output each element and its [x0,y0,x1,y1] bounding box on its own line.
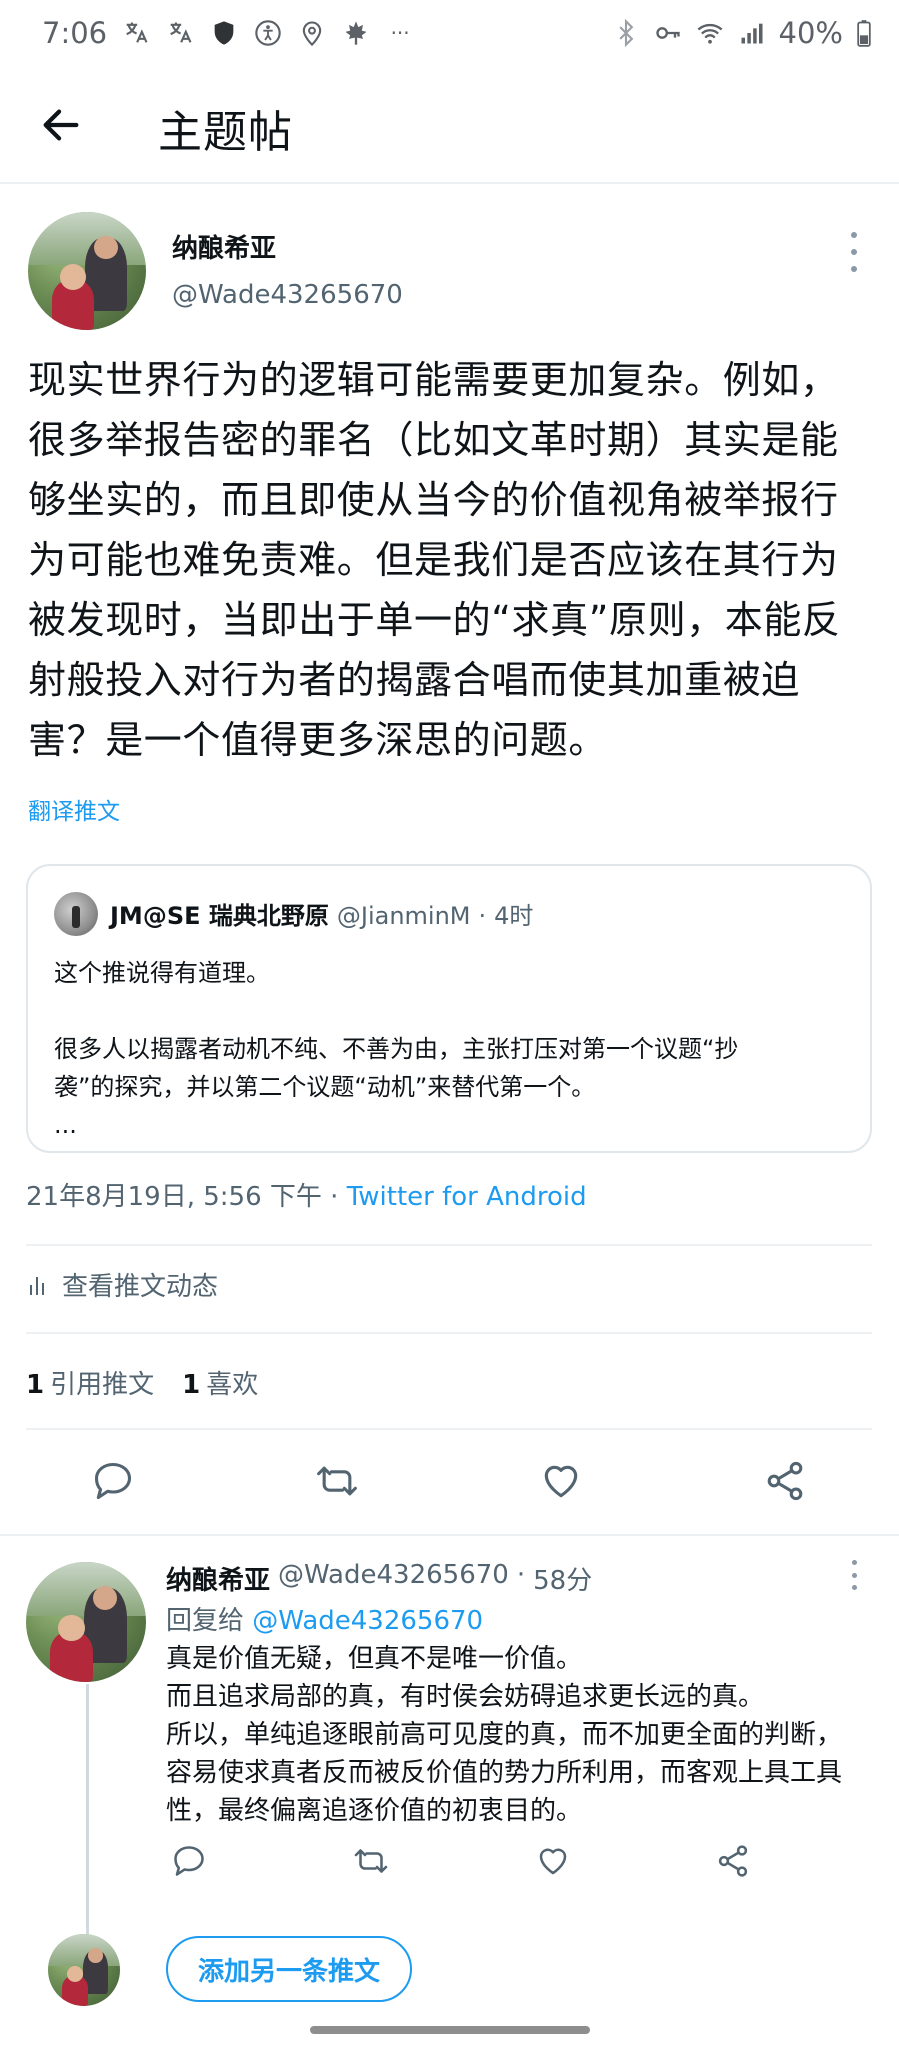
tweet-actions [0,1456,899,1516]
quoted-text-line: 很多人以揭露者动机不纯、不善为由，主张打压对第一个议题“抄 [54,1035,739,1063]
heart-icon [544,1465,578,1498]
divider [0,1534,899,1536]
thread-connector-line [86,1684,89,1934]
page-title: 主题帖 [158,107,293,158]
accessibility-icon [253,17,283,49]
activity-label: 查看推文动态 [62,1272,219,1302]
more-vertical-icon [851,232,857,238]
reply-text-line: 容易使求真者反而被反价值的势力所利用，而客观上具工具 [166,1758,843,1788]
signal-icon [737,17,767,49]
status-left: 7:06 ··· [42,16,415,50]
reply-button[interactable] [164,1836,214,1886]
add-another-tweet-button[interactable]: 添加另一条推文 [166,1936,412,2002]
separator-dot: · [516,1560,526,1590]
quoted-time: 4时 [494,902,534,930]
view-tweet-activity[interactable]: 查看推文动态 [28,1266,218,1303]
back-button[interactable] [38,102,84,148]
reply-time: 58分 [533,1566,593,1596]
divider [26,1332,872,1334]
reply-text: 真是价值无疑，但真不是唯一价值。 而且追求局部的真，有时侯会妨碍追求更长远的真。… [166,1640,866,1830]
divider [26,1244,872,1246]
heart-icon [539,1848,567,1875]
likes-stat[interactable]: 1 喜欢 [182,1364,258,1401]
shield-icon [209,17,239,49]
author-handle[interactable]: @Wade43265670 [172,280,403,310]
divider [26,1428,872,1430]
retweet-button[interactable] [346,1836,396,1886]
separator-dot: · [478,902,487,930]
comment-icon [94,1462,132,1500]
share-button[interactable] [708,1836,758,1886]
tweet-more-button[interactable] [844,232,864,272]
more-dots-icon: ··· [390,21,410,45]
like-button[interactable] [528,1836,578,1886]
stat-label: 引用推文 [50,1370,155,1400]
tweet-stats: 1 引用推文 1 喜欢 [26,1364,258,1401]
retweet-button[interactable] [312,1456,362,1506]
my-avatar [48,1934,120,2006]
quoted-author-name: JM@SE 瑞典北野原 [110,902,329,930]
author-avatar[interactable] [28,212,146,330]
thread-screen: 7:06 ··· 40% 主题帖 纳酿希亚 @Wade43265670 现实世界… [0,0,899,2048]
author-name[interactable]: 纳酿希亚 [172,228,276,265]
quoted-tweet-text: 这个推说得有道理。 很多人以揭露者动机不纯、不善为由，主张打压对第一个议题“抄 … [54,954,854,1144]
bluetooth-icon [611,17,641,49]
status-bar: 7:06 ··· 40% [0,0,899,66]
arrow-left-icon [43,109,79,141]
stat-count: 1 [26,1370,45,1400]
share-icon [767,1461,803,1501]
reply-more-button[interactable] [844,1560,864,1590]
status-time: 7:06 [42,16,108,50]
battery-icon [855,17,873,49]
status-right: 40% [611,16,873,50]
reply-button[interactable] [88,1456,138,1506]
reply-to-prefix: 回复给 [166,1606,245,1636]
reply-text-line: 所以，单纯追逐眼前高可见度的真，而不加更全面的判断， [166,1720,843,1750]
thread-header: 主题帖 [0,66,899,184]
more-vertical-icon [851,1560,857,1565]
stat-count: 1 [182,1370,201,1400]
like-button[interactable] [536,1456,586,1506]
reply-author-avatar[interactable] [26,1562,146,1682]
leaf-icon [341,17,371,49]
home-indicator[interactable] [310,2026,590,2034]
reply-author-handle[interactable]: @Wade43265670 [278,1560,509,1597]
share-icon [718,1845,748,1877]
bar-chart-icon [30,1276,44,1295]
comment-icon [174,1846,204,1876]
retweet-icon [317,1466,357,1496]
tweet-timestamp-line: 21年8月19日, 5:56 下午 · Twitter for Android [26,1176,587,1213]
battery-percent: 40% [778,16,843,50]
share-button[interactable] [760,1456,810,1506]
wifi-icon [695,17,725,49]
tweet-timestamp: 21年8月19日, 5:56 下午 · [26,1182,339,1212]
reply-to-mention[interactable]: @Wade43265670 [252,1606,483,1636]
quote-tweets-stat[interactable]: 1 引用推文 [26,1364,154,1401]
quoted-text-line: 这个推说得有道理。 [54,959,270,987]
stat-label: 喜欢 [206,1370,259,1400]
reply-text-line: 性，最终偏离追逐价值的初衷目的。 [166,1796,583,1826]
translate-icon [165,17,195,49]
translate-tweet-link[interactable]: 翻译推文 [28,792,120,826]
quoted-author-handle: @JianminM [336,902,471,930]
reply-author-name[interactable]: 纳酿希亚 [166,1560,270,1597]
quoted-tweet[interactable]: JM@SE 瑞典北野原 @JianminM · 4时 这个推说得有道理。 很多人… [26,864,872,1153]
location-icon [297,17,327,49]
replying-to: 回复给 @Wade43265670 [166,1600,483,1637]
quoted-text-line [54,992,854,1030]
quoted-text-line: ... [54,1111,77,1139]
reply-text-line: 真是价值无疑，但真不是唯一价值。 [166,1644,583,1674]
retweet-icon [354,1849,388,1873]
tweet-text: 现实世界行为的逻辑可能需要更加复杂。例如， 很多举报告密的罪名（比如文革时期）其… [28,358,841,762]
quoted-text-line: 袭”的探究，并以第二个议题“动机”来替代第一个。 [54,1073,596,1101]
reply-header: 纳酿希亚 @Wade43265670 · 58分 [166,1560,592,1597]
reply-actions [0,1836,899,1886]
reply-text-line: 而且追求局部的真，有时侯会妨碍追求更长远的真。 [166,1682,765,1712]
quoted-author-avatar [54,892,98,936]
quoted-tweet-header: JM@SE 瑞典北野原 @JianminM · 4时 [110,896,533,931]
key-icon [653,17,683,49]
source-app-link[interactable]: Twitter for Android [347,1182,587,1212]
translate-icon [121,17,151,49]
